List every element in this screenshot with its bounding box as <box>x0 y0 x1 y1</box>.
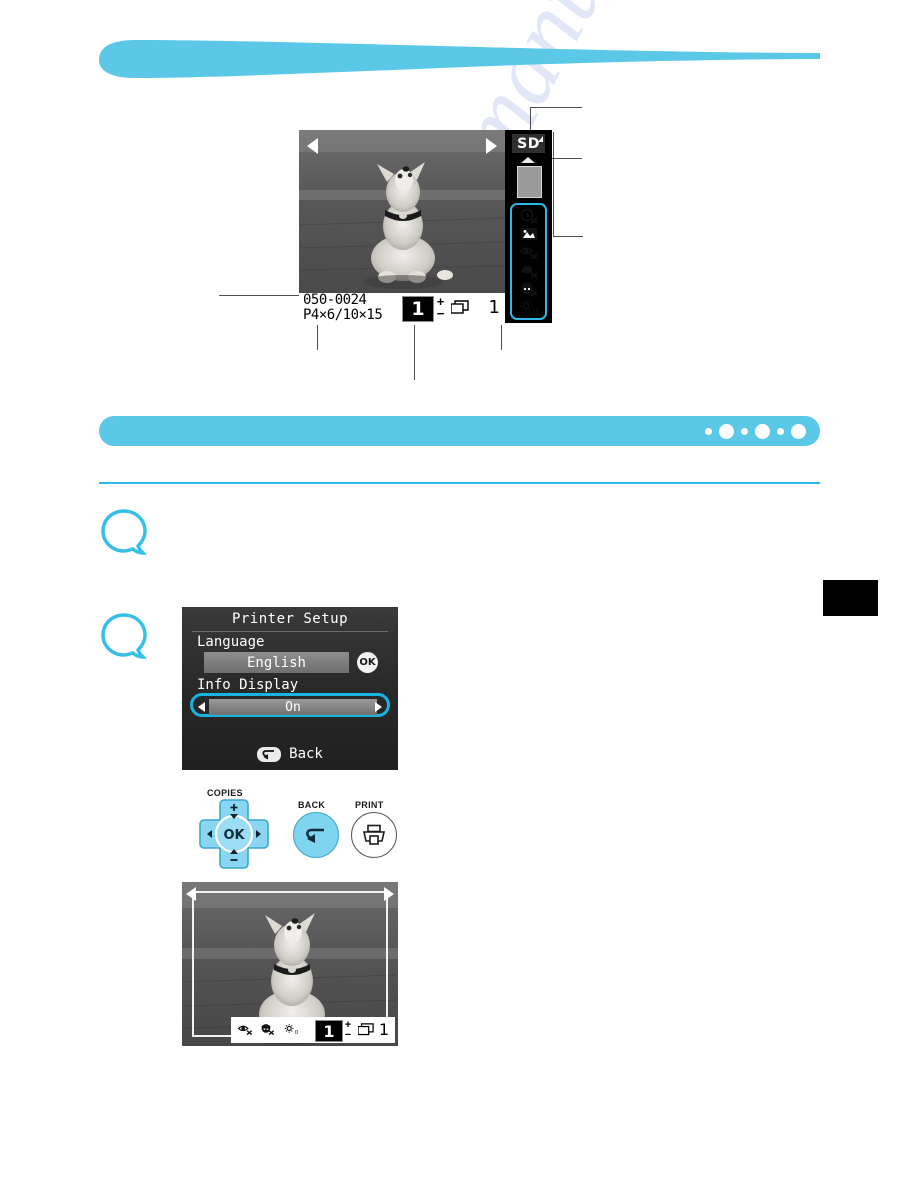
back-row[interactable]: Back <box>182 746 398 762</box>
back-label: Back <box>289 746 323 762</box>
face-brightener-off-icon <box>259 1022 276 1037</box>
total-prints-label: 1 <box>378 1020 389 1039</box>
return-arrow-icon <box>257 746 282 762</box>
step-bubble-2 <box>98 612 150 662</box>
callout-line-icons <box>553 236 583 237</box>
red-eye-correction-off-icon <box>518 244 540 261</box>
progress-dot <box>777 427 784 435</box>
image-optimize-icon <box>518 226 540 242</box>
progress-dot <box>755 423 770 439</box>
svg-text:OK: OK <box>223 828 245 843</box>
printer-lcd-bottom: 0 1 + − 1 <box>182 882 398 1046</box>
info-display-selector[interactable]: On <box>190 693 390 717</box>
back-caption: BACK <box>298 800 326 810</box>
info-display-value: On <box>209 699 377 715</box>
printer-setup-dialog: Printer Setup Language English OK Info D… <box>182 607 398 770</box>
previous-image-arrow[interactable] <box>307 138 318 154</box>
section-divider <box>99 482 820 484</box>
photo-preview-top <box>299 130 505 293</box>
language-label: Language <box>197 634 265 650</box>
total-prints-label: 1 <box>488 297 500 318</box>
page-progress-dots <box>705 416 806 446</box>
brightness-level-icon: 0 <box>518 299 540 315</box>
noise-reduction-off-icon <box>518 263 540 279</box>
printer-button-cluster: COPIES BACK PRINT OK <box>185 788 405 870</box>
next-image-arrow[interactable] <box>384 887 394 901</box>
dialog-title-divider <box>192 631 388 632</box>
ok-confirm-icon[interactable]: OK <box>357 652 378 673</box>
copies-count-field[interactable]: 1 <box>402 296 434 322</box>
callout-line-papersize <box>317 325 318 350</box>
progress-dot <box>741 427 748 435</box>
card-corner-icon <box>538 136 543 142</box>
stacked-sheets-icon <box>450 300 469 315</box>
callout-line-sd-stem <box>530 107 531 132</box>
chapter-margin-tab <box>823 580 878 616</box>
printer-lcd-top: 050-0024 P4×6/10×15 1 + − 1 SD 0 <box>299 130 552 323</box>
four-way-ok-button[interactable]: OK <box>198 798 270 870</box>
return-arrow-icon <box>306 828 324 843</box>
progress-dot <box>705 427 712 435</box>
copies-stepper[interactable]: + − <box>434 295 447 321</box>
language-value-field[interactable]: English <box>204 652 349 673</box>
image-info-bar-bottom: 0 1 + − 1 <box>231 1017 395 1043</box>
printer-icon <box>363 824 385 845</box>
print-caption: PRINT <box>355 800 384 810</box>
copies-count-field[interactable]: 1 <box>315 1020 343 1042</box>
callout-line-sd <box>530 107 582 108</box>
previous-image-arrow[interactable] <box>186 887 196 901</box>
face-brightener-off-icon <box>518 281 540 297</box>
progress-dot <box>791 423 806 439</box>
step-bubble-1 <box>98 508 150 558</box>
image-info-bar-top: 050-0024 P4×6/10×15 1 + − 1 <box>299 293 505 323</box>
date-off-icon <box>518 208 540 224</box>
memory-card-icon <box>517 166 542 198</box>
header-swoosh-decoration <box>99 40 820 78</box>
dialog-title: Printer Setup <box>231 611 349 627</box>
file-number-label: 050-0024 <box>303 292 367 308</box>
next-image-arrow[interactable] <box>486 138 497 154</box>
callout-line-filenumber <box>219 295 301 296</box>
eject-marker-icon <box>521 157 535 163</box>
paper-size-label: P4×6/10×15 <box>303 307 383 323</box>
callout-line-total <box>501 325 502 350</box>
progress-dot <box>719 423 734 439</box>
svg-text:0: 0 <box>295 1029 299 1035</box>
stacked-sheets-icon <box>357 1023 374 1037</box>
status-side-panel: SD 0 <box>505 130 552 323</box>
callout-line-panel-stem <box>553 132 554 237</box>
sd-card-badge: SD <box>512 134 545 153</box>
status-icon-group: 0 <box>510 203 547 320</box>
brightness-level-icon: 0 <box>283 1022 300 1037</box>
red-eye-correction-off-icon <box>237 1022 254 1037</box>
copies-stepper[interactable]: + − <box>342 1019 354 1041</box>
copies-decrease-icon[interactable]: − <box>345 1030 351 1041</box>
back-button[interactable] <box>293 812 339 858</box>
page-footer-band <box>99 416 820 446</box>
callout-line-copies <box>414 325 415 380</box>
copies-decrease-icon[interactable]: − <box>437 307 445 320</box>
file-info-text-group: 050-0024 P4×6/10×15 <box>303 292 383 323</box>
triangle-left-icon[interactable] <box>198 702 205 712</box>
crop-frame-overlay <box>192 891 388 1037</box>
triangle-right-icon[interactable] <box>375 702 382 712</box>
copies-caption: COPIES <box>207 788 243 798</box>
print-button[interactable] <box>351 812 397 858</box>
sd-card-label: SD <box>517 135 540 152</box>
manual-page: manualshive.com <box>0 0 918 1188</box>
info-display-label: Info Display <box>197 677 299 693</box>
svg-text:0: 0 <box>533 307 537 315</box>
